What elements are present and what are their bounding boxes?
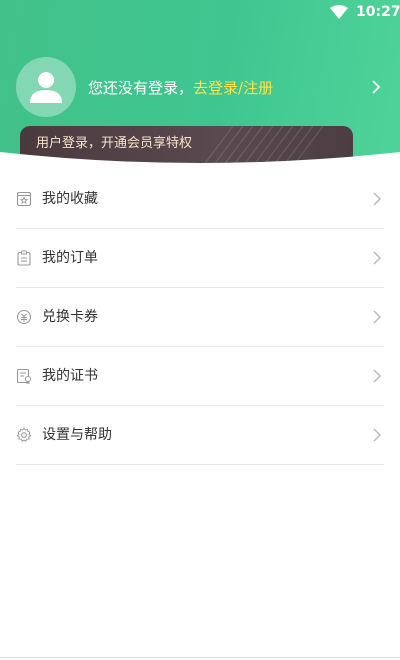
chevron-right-icon	[373, 428, 382, 442]
header-curve	[0, 152, 400, 170]
chevron-right-icon	[373, 192, 382, 206]
chevron-right-icon	[373, 369, 382, 383]
chevron-right-icon	[373, 310, 382, 324]
menu-item-coupons[interactable]: 兑换卡券	[16, 288, 384, 347]
user-avatar[interactable]	[16, 57, 76, 117]
menu-item-certificates[interactable]: 我的证书	[16, 347, 384, 406]
menu-item-label: 设置与帮助	[42, 427, 112, 443]
menu-list: 我的收藏 我的订单 兑换卡券 我的证书 设置与帮助	[16, 170, 384, 465]
menu-item-orders[interactable]: 我的订单	[16, 229, 384, 288]
menu-item-label: 我的证书	[42, 368, 98, 384]
menu-item-label: 我的订单	[42, 250, 98, 266]
coupon-exchange-icon	[16, 309, 32, 325]
settings-icon	[16, 427, 32, 442]
profile-header: 10:27 您还没有登录，去登录/注册 用户登录，开通会员享特权	[0, 0, 400, 170]
chevron-right-icon[interactable]	[370, 79, 382, 95]
favorites-icon	[16, 191, 32, 207]
menu-item-label: 我的收藏	[42, 191, 98, 207]
chevron-right-icon	[373, 251, 382, 265]
orders-icon	[17, 250, 31, 266]
menu-item-settings-help[interactable]: 设置与帮助	[16, 406, 384, 465]
login-prompt-row[interactable]: 您还没有登录，去登录/注册	[88, 77, 273, 99]
status-time: 10:27	[356, 4, 400, 20]
login-prompt-text: 您还没有登录，	[88, 79, 194, 97]
menu-item-favorites[interactable]: 我的收藏	[16, 170, 384, 229]
wifi-icon	[330, 5, 348, 19]
user-avatar-icon	[30, 72, 62, 103]
status-bar: 10:27	[0, 0, 400, 24]
certificate-icon	[16, 368, 31, 384]
login-register-link[interactable]: 去登录/注册	[193, 79, 273, 97]
menu-item-label: 兑换卡券	[42, 309, 98, 325]
bottom-divider	[0, 657, 400, 658]
